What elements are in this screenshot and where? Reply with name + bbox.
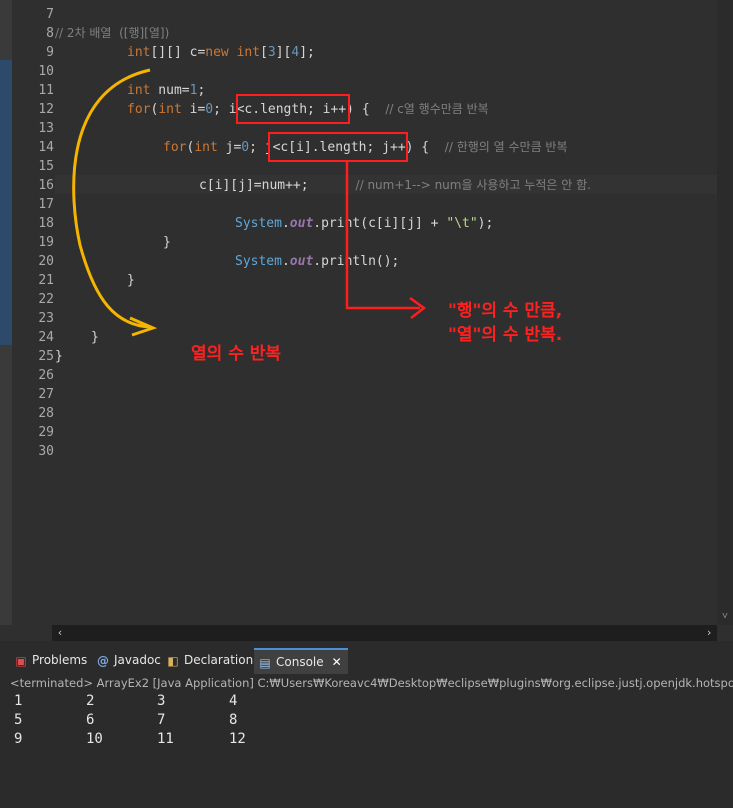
tab-label: Console xyxy=(276,655,324,669)
annotation-rows-line1: "행"의 수 만큼, xyxy=(448,301,563,321)
tab-declaration[interactable]: ◧ Declaration xyxy=(166,648,253,672)
annotation-rows-line2: "열"의 수 반복. xyxy=(448,325,563,345)
console-cell: 1 xyxy=(14,693,23,709)
horizontal-scrollbar[interactable]: ‹ › xyxy=(52,625,717,641)
console-icon: ▤ xyxy=(259,655,271,670)
declaration-icon: ◧ xyxy=(167,653,179,668)
console-cell: 2 xyxy=(86,693,95,709)
console-cell: 7 xyxy=(157,712,166,728)
scroll-down-icon[interactable]: ˅ xyxy=(717,610,733,624)
console-cell: 9 xyxy=(14,731,23,747)
javadoc-icon: @ xyxy=(97,653,109,668)
tab-label: Declaration xyxy=(184,653,254,667)
console-cell: 8 xyxy=(229,712,238,728)
tab-javadoc[interactable]: @ Javadoc xyxy=(96,648,161,672)
tab-problems[interactable]: ▣ Problems xyxy=(14,648,87,672)
annotation-arrows xyxy=(72,68,427,337)
console-cell: 12 xyxy=(229,731,246,747)
console-cell: 3 xyxy=(157,693,166,709)
scroll-left-icon[interactable]: ‹ xyxy=(52,625,68,641)
scroll-right-icon[interactable]: › xyxy=(701,625,717,641)
problems-icon: ▣ xyxy=(15,653,27,668)
tab-console[interactable]: ▤ Console ✕ xyxy=(254,648,348,674)
console-cell: 6 xyxy=(86,712,95,728)
console-cell: 5 xyxy=(14,712,23,728)
console-status: <terminated> ArrayEx2 [Java Application]… xyxy=(10,676,733,690)
tab-label: Javadoc xyxy=(114,653,161,667)
console-cell: 11 xyxy=(157,731,174,747)
red-connector-arrow xyxy=(345,162,420,310)
tab-label: Problems xyxy=(32,653,88,667)
close-icon[interactable]: ✕ xyxy=(332,650,342,674)
code-editor[interactable]: 7 8 9 10 11 12 13 14 15 16 17 18 19 20 2… xyxy=(0,0,717,625)
yellow-curve-arrow xyxy=(72,68,151,329)
annotation-repeat-cols: 열의 수 반복 xyxy=(191,344,282,364)
vertical-scrollbar[interactable]: ˅ xyxy=(717,0,733,625)
console-cell: 10 xyxy=(86,731,103,747)
view-tabs: ▣ Problems @ Javadoc ◧ Declaration ▤ Console… xyxy=(0,648,733,674)
console-cell: 4 xyxy=(229,693,238,709)
